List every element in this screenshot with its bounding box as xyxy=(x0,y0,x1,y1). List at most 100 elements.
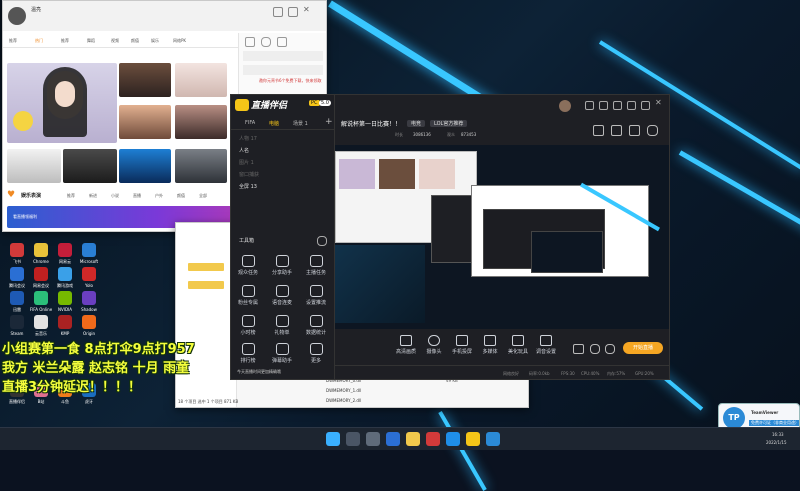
section-tab[interactable]: 户外 xyxy=(155,193,163,199)
qq-icon[interactable] xyxy=(446,432,460,446)
notice-text[interactable]: 邀你元宵节6个免费下载，快来领取 xyxy=(259,78,323,84)
tool-item[interactable]: 分享助手 xyxy=(267,255,297,276)
category-badge[interactable]: 电竞 xyxy=(407,120,426,127)
file-name[interactable]: DWMEMORY_2.dll xyxy=(326,398,361,403)
stream-title[interactable]: 解说杯第一日比赛！！ xyxy=(341,119,401,128)
tab[interactable]: 视频 xyxy=(111,38,119,44)
stream-thumbnail[interactable] xyxy=(119,63,171,97)
stream-thumbnail[interactable] xyxy=(175,149,227,183)
desktop-icon[interactable]: Yolo xyxy=(74,267,104,288)
section-tab[interactable]: 全部 xyxy=(199,193,207,199)
teamviewer-title: TeamViewer xyxy=(751,410,779,415)
tab[interactable]: 颜值 xyxy=(131,38,139,44)
teamviewer-icon[interactable] xyxy=(486,432,500,446)
message-icon[interactable] xyxy=(585,101,594,110)
tool-item[interactable]: 设置推流 xyxy=(301,285,331,306)
stream-thumbnail[interactable] xyxy=(175,105,227,139)
tool-item[interactable]: 更多 xyxy=(301,343,331,364)
tool-item[interactable]: 排行榜 xyxy=(233,343,263,364)
tool-item[interactable]: 小时榜 xyxy=(233,315,263,336)
menu-icon[interactable] xyxy=(627,101,636,110)
stream-thumbnail[interactable] xyxy=(119,149,171,183)
zhibo-icon[interactable] xyxy=(466,432,480,446)
more-icon[interactable] xyxy=(317,236,327,246)
tab-scene[interactable]: 场景 1 xyxy=(293,120,308,127)
tool-item[interactable]: 礼物单 xyxy=(267,315,297,336)
stream-thumbnail[interactable] xyxy=(63,149,117,183)
lock-icon[interactable] xyxy=(593,125,604,136)
stream-preview[interactable] xyxy=(335,145,669,329)
home-icon[interactable] xyxy=(245,37,255,47)
settings-icon[interactable] xyxy=(590,344,600,354)
source-item[interactable]: 窗口捕获 xyxy=(239,171,259,178)
stream-thumbnail[interactable] xyxy=(175,63,227,97)
home-icon[interactable] xyxy=(629,125,640,136)
task-view-icon[interactable] xyxy=(366,432,380,446)
control-media[interactable]: 多媒体 xyxy=(475,335,505,355)
minimize-icon[interactable] xyxy=(273,7,283,17)
record-icon[interactable] xyxy=(573,344,584,354)
close-icon[interactable]: ✕ xyxy=(303,5,310,14)
search-icon[interactable] xyxy=(346,432,360,446)
maximize-icon[interactable] xyxy=(641,101,650,110)
section-tab[interactable]: 直播 xyxy=(133,193,141,199)
scene-tabs: FIFA 电脑 场景 1 + xyxy=(231,117,335,130)
gift-icon[interactable] xyxy=(599,101,608,110)
desktop-icon[interactable]: Origin xyxy=(74,315,104,336)
control-audio[interactable]: 调音设置 xyxy=(531,335,561,355)
control-phone-cast[interactable]: 手机投屏 xyxy=(447,335,477,355)
streamer-avatar[interactable] xyxy=(559,100,571,112)
desktop-icon[interactable]: Microsoft xyxy=(74,243,104,264)
section-tab[interactable]: 新进 xyxy=(89,193,97,199)
source-item[interactable]: 人物 17 xyxy=(239,135,257,142)
tab[interactable]: 娱乐 xyxy=(151,38,159,44)
clock-time[interactable]: 16:33 xyxy=(772,432,784,437)
close-icon[interactable]: ✕ xyxy=(655,98,662,107)
overlay-line-2: 我方 米兰朵露 赵志铭 十月 雨童 xyxy=(2,361,190,376)
tab-pc[interactable]: 电脑 xyxy=(269,120,279,127)
clock-date[interactable]: 2022/1/15 xyxy=(766,440,787,445)
tab[interactable]: 推荐 xyxy=(61,38,69,44)
start-icon[interactable] xyxy=(326,432,340,446)
section-tab[interactable]: 颜值 xyxy=(177,193,185,199)
add-scene-icon[interactable]: + xyxy=(325,117,333,127)
section-tab[interactable]: 推荐 xyxy=(67,193,75,199)
tool-item[interactable]: 弹幕助手 xyxy=(267,343,297,364)
tool-item[interactable]: 粉丝专属 xyxy=(233,285,263,306)
message-icon[interactable] xyxy=(277,37,287,47)
edge-icon[interactable] xyxy=(386,432,400,446)
control-camera[interactable]: 摄像头 xyxy=(419,335,449,355)
tab[interactable]: 热门 xyxy=(35,38,43,44)
desktop-icon[interactable]: Shadow xyxy=(74,291,104,312)
maximize-icon[interactable] xyxy=(288,7,298,17)
start-live-button[interactable]: 开始直播 xyxy=(623,342,663,354)
tool-item[interactable]: 主播任务 xyxy=(301,255,331,276)
tool-item[interactable]: 观众任务 xyxy=(233,255,263,276)
stream-thumbnail[interactable] xyxy=(119,105,171,139)
gear-icon[interactable] xyxy=(605,344,615,354)
control-beauty[interactable]: 美化玩具 xyxy=(503,335,533,355)
tool-item[interactable]: 数据统计 xyxy=(301,315,331,336)
source-item[interactable]: 全屏 13 xyxy=(239,183,257,190)
stream-thumbnail[interactable] xyxy=(7,149,61,183)
tool-item[interactable]: 语音连麦 xyxy=(267,285,297,306)
avatar[interactable] xyxy=(8,7,26,25)
user-icon[interactable] xyxy=(261,37,271,47)
tab-fifa[interactable]: FIFA xyxy=(245,120,255,126)
section-tab[interactable]: 小说 xyxy=(111,193,119,199)
gift-box-icon[interactable] xyxy=(611,125,622,136)
control-quality[interactable]: 高清画质 xyxy=(391,335,421,355)
source-item[interactable]: 图片 1 xyxy=(239,159,254,166)
lol-tag[interactable]: LOL官方推荐 xyxy=(430,120,468,127)
share-icon[interactable] xyxy=(647,125,658,136)
tab[interactable]: 舞蹈 xyxy=(87,38,95,44)
share-icon[interactable] xyxy=(613,101,622,110)
version-badge[interactable]: 5.0 xyxy=(319,100,331,106)
tab[interactable]: 推荐 xyxy=(9,38,17,44)
folder-icon[interactable] xyxy=(406,432,420,446)
file-name[interactable]: DWMEMORY_1.dll xyxy=(326,388,361,393)
tab[interactable]: 网络PK xyxy=(173,38,186,44)
stream-thumbnail[interactable] xyxy=(7,63,117,143)
app-icon[interactable] xyxy=(426,432,440,446)
source-item[interactable]: 人名 xyxy=(239,147,249,154)
